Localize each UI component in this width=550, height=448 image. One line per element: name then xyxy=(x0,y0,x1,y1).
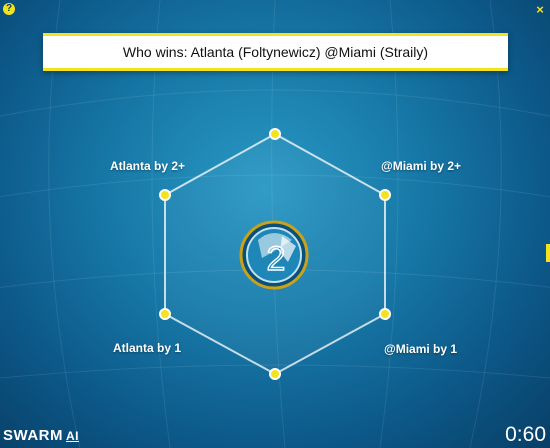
side-tab[interactable] xyxy=(546,244,550,262)
answer-top-right[interactable]: @Miami by 2+ xyxy=(381,159,461,173)
brand-suffix: AI xyxy=(66,429,79,443)
brand-logo: SWARM AI xyxy=(3,427,79,444)
answer-top-left[interactable]: Atlanta by 2+ xyxy=(110,159,185,173)
answer-node-top-right[interactable] xyxy=(379,189,391,201)
answer-node-top-left[interactable] xyxy=(159,189,171,201)
puck[interactable]: 2 xyxy=(239,220,309,290)
answer-hexagon: 2 xyxy=(159,128,391,380)
puck-label: 2 xyxy=(267,240,286,278)
answer-node-bottom[interactable] xyxy=(269,368,281,380)
answer-bottom-right[interactable]: @Miami by 1 xyxy=(384,342,457,356)
countdown-timer: 0:60 xyxy=(505,423,546,446)
brand-name: SWARM xyxy=(3,427,63,444)
answer-node-bottom-left[interactable] xyxy=(159,308,171,320)
answer-node-bottom-right[interactable] xyxy=(379,308,391,320)
answer-node-top[interactable] xyxy=(269,128,281,140)
answer-bottom-left[interactable]: Atlanta by 1 xyxy=(113,341,181,355)
